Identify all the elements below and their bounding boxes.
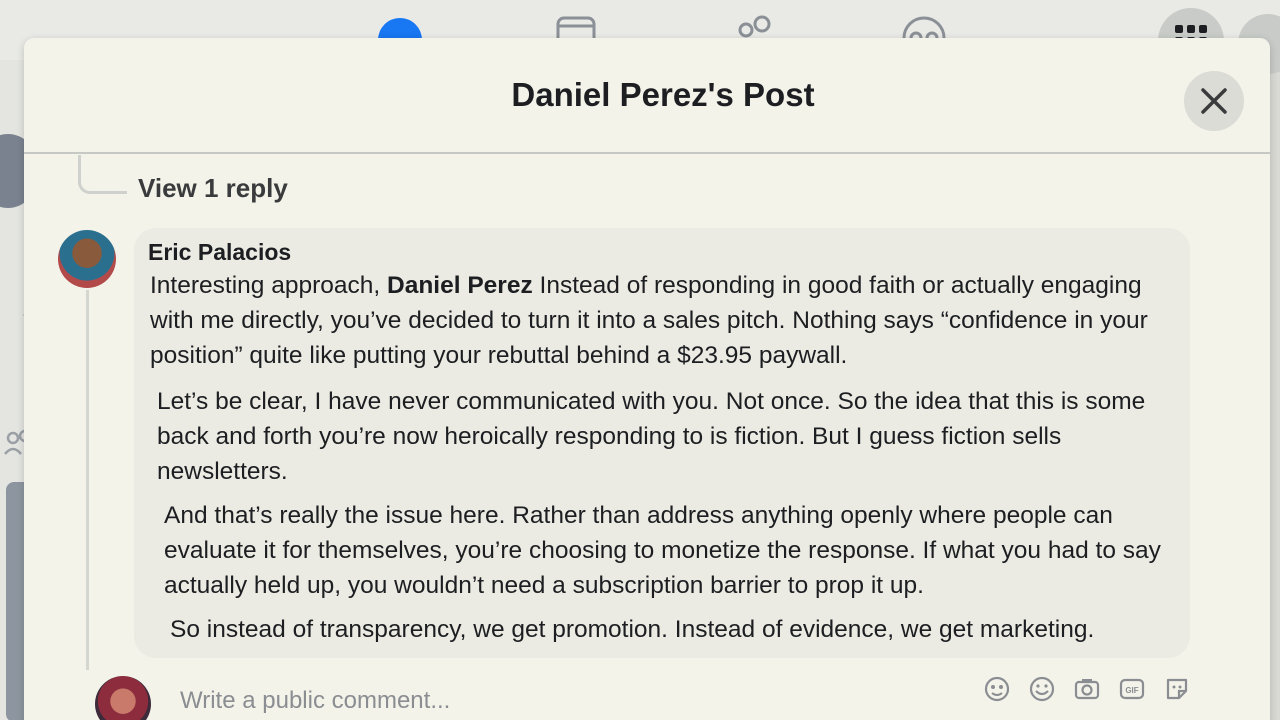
comment-input[interactable]	[170, 670, 1222, 720]
view-replies-link[interactable]: View 1 reply	[138, 173, 288, 204]
camera-icon[interactable]	[1072, 674, 1102, 704]
comment-paragraph-4: So instead of transparency, we get promo…	[170, 616, 1095, 643]
close-button[interactable]	[1184, 71, 1244, 131]
svg-text:GIF: GIF	[1125, 686, 1138, 695]
comment-paragraph-3: And that’s really the issue here. Rather…	[164, 502, 1161, 599]
gif-icon[interactable]: GIF	[1117, 674, 1147, 704]
emoji-icon[interactable]	[1027, 674, 1057, 704]
mention-link[interactable]: Daniel Perez	[387, 272, 533, 299]
comment-author[interactable]: Eric Palacios	[148, 239, 291, 266]
home-icon[interactable]	[378, 8, 422, 48]
groups-icon[interactable]	[902, 8, 946, 60]
thread-connector	[78, 155, 127, 194]
comment-paragraph-1: Interesting approach, Daniel Perez Inste…	[150, 268, 1170, 373]
close-icon	[1201, 88, 1227, 114]
sticker-icon[interactable]	[1162, 674, 1192, 704]
dialog-title: Daniel Perez's Post	[511, 76, 815, 113]
comment-text: Interesting approach,	[150, 272, 387, 299]
comment-paragraph-2: Let’s be clear, I have never communicate…	[157, 388, 1146, 485]
friends-icon[interactable]	[734, 8, 778, 49]
screen: + Daniel Perez's Post View 1 reply Eric …	[0, 0, 1280, 720]
avatar-sticker-icon[interactable]	[982, 674, 1012, 704]
commenter-avatar[interactable]	[58, 230, 116, 288]
video-icon[interactable]	[554, 8, 598, 50]
thread-line	[86, 290, 89, 670]
